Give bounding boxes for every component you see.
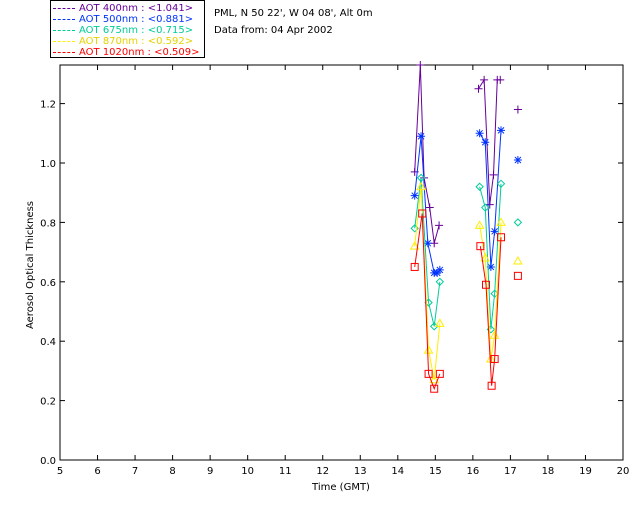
- data-point: [410, 191, 419, 200]
- legend-item: AOT 675nm : <0.715>: [53, 25, 193, 36]
- data-point: [489, 170, 498, 179]
- y-tick-label: 0.6: [40, 278, 56, 289]
- data-point: [513, 156, 522, 165]
- x-tick-label: 13: [354, 466, 367, 477]
- legend-label: AOT 870nm : <0.592>: [79, 36, 194, 47]
- y-tick-label: 0.0: [40, 456, 56, 467]
- legend-line-icon: [53, 18, 75, 20]
- legend-label: AOT 400nm : <1.041>: [79, 3, 194, 14]
- x-tick-label: 14: [391, 466, 404, 477]
- legend-item: AOT 870nm : <0.592>: [53, 36, 193, 47]
- series-line: [414, 136, 441, 274]
- x-tick-label: 9: [207, 466, 213, 477]
- legend-line-icon: [53, 51, 75, 53]
- x-tick-label: 20: [617, 466, 630, 477]
- x-tick-label: 15: [429, 466, 442, 477]
- x-tick-label: 5: [57, 466, 63, 477]
- x-tick-label: 7: [132, 466, 138, 477]
- data-point: [513, 218, 523, 227]
- series-layer: [409, 61, 523, 393]
- y-tick-label: 1.2: [40, 100, 56, 111]
- data-point: [480, 75, 489, 84]
- y-axis-label: Aerosol Optical Thickness: [25, 201, 36, 329]
- x-tick-label: 10: [241, 466, 254, 477]
- chart: 5 6 7 8 9 10 11 12 13 14 15 16 17 18 19 20 0.0 0.2 0.4 0.6…: [25, 61, 630, 493]
- data-point: [425, 203, 434, 212]
- data-point: [435, 265, 444, 274]
- data-point: [435, 221, 444, 230]
- series-group: [410, 126, 522, 277]
- data-point: [475, 129, 484, 138]
- legend-line-icon: [53, 40, 75, 42]
- x-axis: 5 6 7 8 9 10 11 12 13 14 15 16 17 18 19 20: [57, 65, 630, 477]
- legend-item: AOT 500nm : <0.881>: [53, 14, 193, 25]
- data-point: [474, 84, 483, 93]
- data-point: [497, 126, 506, 135]
- x-tick-label: 12: [316, 466, 329, 477]
- legend-label: AOT 1020nm : <0.509>: [79, 47, 200, 58]
- x-tick-label: 16: [466, 466, 479, 477]
- legend-label: AOT 675nm : <0.715>: [79, 25, 194, 36]
- legend-label: AOT 500nm : <0.881>: [79, 14, 194, 25]
- x-tick-label: 6: [94, 466, 100, 477]
- x-tick-label: 8: [169, 466, 175, 477]
- legend-line-icon: [53, 29, 75, 31]
- y-tick-label: 0.2: [40, 397, 56, 408]
- series-group: [410, 61, 522, 248]
- data-point: [417, 132, 426, 141]
- date-info: Data from: 04 Apr 2002: [214, 25, 333, 36]
- legend-line-icon: [53, 7, 75, 9]
- data-point: [513, 256, 523, 265]
- x-tick-label: 11: [279, 466, 292, 477]
- x-tick-label: 18: [542, 466, 555, 477]
- legend-item: AOT 400nm : <1.041>: [53, 3, 193, 14]
- y-tick-label: 0.8: [40, 218, 56, 229]
- legend: AOT 400nm : <1.041> AOT 500nm : <0.881> …: [50, 0, 205, 58]
- data-point: [513, 271, 522, 280]
- data-point: [485, 200, 494, 209]
- station-info: PML, N 50 22', W 04 08', Alt 0m: [214, 8, 373, 19]
- data-point: [416, 61, 425, 69]
- y-axis: 0.0 0.2 0.4 0.6 0.8 1.0 1.2: [40, 100, 623, 467]
- legend-item: AOT 1020nm : <0.509>: [53, 47, 199, 58]
- y-tick-label: 1.0: [40, 159, 56, 170]
- x-tick-label: 19: [579, 466, 592, 477]
- plot-frame: [59, 64, 624, 461]
- data-point: [513, 105, 522, 114]
- x-tick-label: 17: [504, 466, 517, 477]
- y-tick-label: 0.4: [40, 337, 56, 348]
- x-axis-label: Time (GMT): [311, 482, 370, 493]
- data-point: [481, 138, 490, 147]
